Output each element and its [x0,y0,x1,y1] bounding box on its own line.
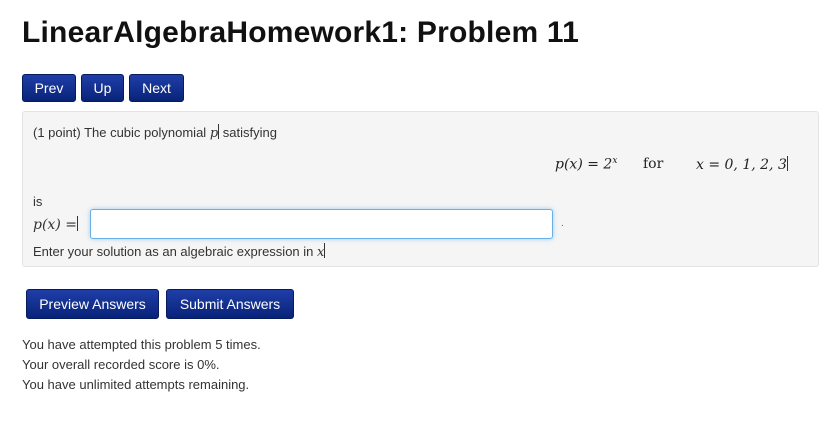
text-cursor [218,124,220,139]
polynomial-variable: p [209,126,219,141]
answer-label-cursor [76,216,78,231]
problem-panel: (1 point) The cubic polynomial p satisfy… [22,111,819,267]
equation-cursor [786,156,788,171]
preview-answers-button[interactable]: Preview Answers [26,289,159,319]
hint-variable: x [317,245,325,260]
answer-label: p(x) = [33,216,78,233]
up-button[interactable]: Up [81,74,124,102]
attempts-text: You have attempted this problem 5 times. [22,337,261,352]
equation-left-text: p(x) = 2 [555,156,613,173]
is-text: is [33,194,43,209]
problem-navigation: Prev Up Next [22,74,184,102]
answer-actions: Preview Answers Submit Answers [26,289,294,319]
equation-function: p(x) = 2x [555,156,617,173]
equation-exponent: x [612,156,618,166]
hint-cursor [324,243,326,258]
page-title: LinearAlgebraHomework1: Problem 11 [22,16,579,49]
equation-right-text: x = 0, 1, 2, 3 [696,157,787,173]
problem-intro-text: (1 point) The cubic polynomial [33,125,207,140]
hint-text: Enter your solution as an algebraic expr… [33,244,314,259]
webwork-problem-page: LinearAlgebraHomework1: Problem 11 Prev … [0,0,823,431]
satisfying-text: satisfying [222,125,277,140]
answer-hint: Enter your solution as an algebraic expr… [33,243,326,260]
remaining-text: You have unlimited attempts remaining. [22,377,250,392]
prev-button[interactable]: Prev [22,74,76,102]
trailing-period: . [561,218,564,229]
score-text: Your overall recorded score is 0%. [22,357,220,372]
answer-label-text: p(x) = [33,217,77,233]
submit-answers-button[interactable]: Submit Answers [166,289,294,319]
equation-for-word: for [643,156,664,172]
next-button[interactable]: Next [129,74,184,102]
equation-domain: x = 0, 1, 2, 3 [696,156,788,173]
problem-statement: (1 point) The cubic polynomial p satisfy… [33,124,277,141]
attempt-status: You have attempted this problem 5 times.… [22,335,261,395]
answer-input[interactable] [90,209,553,239]
